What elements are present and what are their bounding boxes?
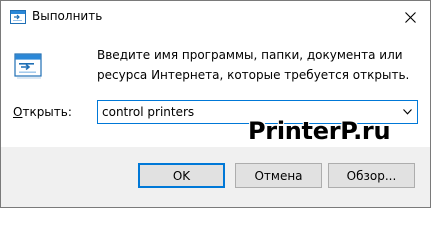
close-icon — [404, 11, 416, 23]
dropdown-button[interactable] — [397, 101, 417, 123]
watermark: PrinterP.ru — [248, 117, 391, 145]
instruction-text: Введите имя программы, папки, документа … — [97, 48, 410, 82]
chevron-down-icon — [402, 109, 412, 115]
run-dialog: Выполнить Введите имя программы, папки, … — [0, 0, 431, 208]
ok-button[interactable]: OK — [138, 163, 225, 188]
browse-button[interactable]: Обзор... — [328, 163, 415, 188]
open-label: Открыть: — [13, 105, 72, 119]
button-bar: OK Отмена Обзор... — [1, 147, 430, 207]
title-bar[interactable]: Выполнить — [1, 1, 430, 33]
open-label-text: ткрыть: — [22, 105, 72, 119]
window-title: Выполнить — [32, 9, 103, 23]
run-dialog-icon — [14, 53, 42, 79]
close-button[interactable] — [390, 1, 430, 33]
run-dialog-icon — [10, 10, 26, 24]
cancel-button[interactable]: Отмена — [235, 163, 322, 188]
